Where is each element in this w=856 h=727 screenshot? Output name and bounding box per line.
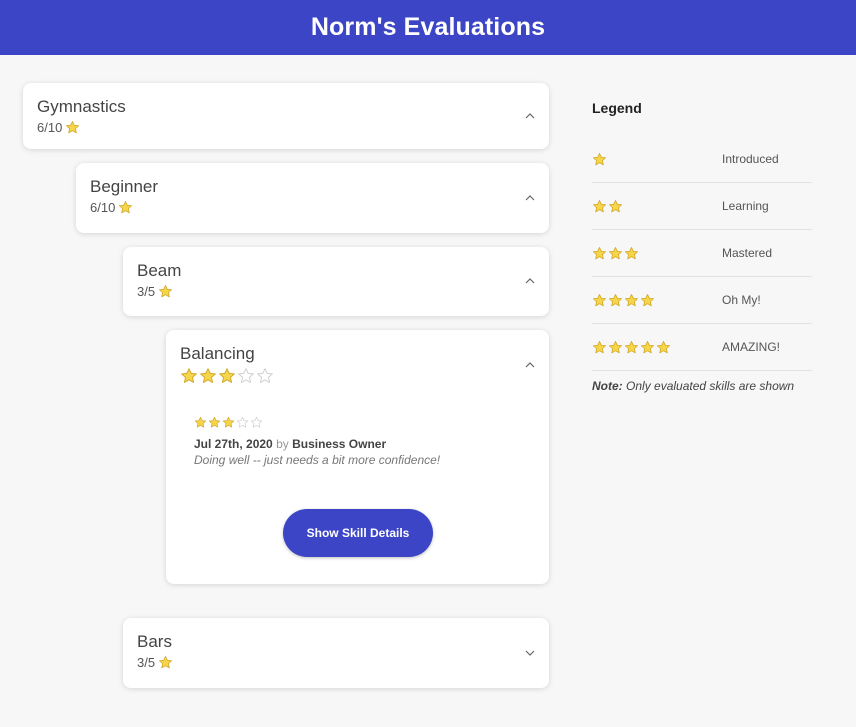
star-empty-icon — [237, 367, 255, 385]
legend-stars — [592, 293, 722, 308]
star-filled-icon — [199, 367, 217, 385]
skill-rating — [180, 367, 535, 385]
legend-label: Learning — [722, 199, 769, 213]
evaluation-by: by — [276, 437, 289, 451]
chevron-up-icon[interactable] — [524, 192, 536, 204]
evaluation-entry: Jul 27th, 2020 by Business Owner Doing w… — [194, 416, 440, 467]
star-icon — [65, 120, 80, 135]
legend-label: Introduced — [722, 152, 779, 166]
star-filled-icon — [65, 120, 80, 135]
legend-stars — [592, 199, 722, 214]
star-filled-icon — [218, 367, 236, 385]
show-skill-details-button[interactable]: Show Skill Details — [283, 509, 433, 557]
star-filled-icon — [592, 340, 607, 355]
evaluation-meta: Jul 27th, 2020 by Business Owner — [194, 437, 440, 451]
card-score: 3/5 — [137, 284, 535, 299]
star-filled-icon — [640, 293, 655, 308]
legend-stars — [592, 340, 722, 355]
chevron-up-icon[interactable] — [524, 275, 536, 287]
evaluation-rating-stars — [194, 416, 263, 429]
card-title: Gymnastics — [37, 97, 126, 116]
level-card-beginner[interactable]: Beginner 6/10 — [76, 163, 549, 233]
legend-row: Learning — [592, 183, 812, 230]
star-filled-icon — [158, 284, 173, 299]
star-filled-icon — [592, 246, 607, 261]
legend-label: Oh My! — [722, 293, 761, 307]
star-filled-icon — [608, 246, 623, 261]
legend-row: Mastered — [592, 230, 812, 277]
chevron-down-icon[interactable] — [524, 647, 536, 659]
card-title: Bars — [137, 632, 172, 651]
legend-row: AMAZING! — [592, 324, 812, 371]
star-filled-icon — [180, 367, 198, 385]
star-filled-icon — [640, 340, 655, 355]
star-empty-icon — [236, 416, 249, 429]
card-title: Beginner — [90, 177, 159, 196]
star-filled-icon — [158, 655, 173, 670]
star-filled-icon — [624, 246, 639, 261]
score-text: 6/10 — [90, 200, 116, 215]
score-text: 6/10 — [37, 120, 63, 135]
star-filled-icon — [592, 199, 607, 214]
app-header: Norm's Evaluations — [0, 0, 856, 55]
card-score: 3/5 — [137, 655, 535, 670]
star-icon — [118, 200, 133, 215]
card-score: 6/10 — [90, 200, 535, 215]
legend-stars — [592, 152, 722, 167]
star-filled-icon — [624, 293, 639, 308]
legend-note: Note: Only evaluated skills are shown — [592, 379, 812, 393]
apparatus-card-bars[interactable]: Bars 3/5 — [123, 618, 549, 688]
card-score: 6/10 — [37, 120, 535, 135]
legend-row: Introduced — [592, 136, 812, 183]
legend-row: Oh My! — [592, 277, 812, 324]
star-filled-icon — [592, 293, 607, 308]
star-icon — [158, 284, 173, 299]
star-filled-icon — [656, 340, 671, 355]
chevron-up-icon[interactable] — [524, 359, 536, 371]
star-icon — [158, 655, 173, 670]
rating-stars — [180, 367, 274, 385]
legend-label: AMAZING! — [722, 340, 781, 354]
star-filled-icon — [592, 152, 607, 167]
star-filled-icon — [208, 416, 221, 429]
program-card-gymnastics[interactable]: Gymnastics 6/10 — [23, 83, 549, 149]
legend-title: Legend — [592, 100, 642, 116]
star-empty-icon — [256, 367, 274, 385]
page-title: Norm's Evaluations — [310, 13, 546, 41]
legend-label: Mastered — [722, 246, 773, 260]
score-text: 3/5 — [137, 284, 156, 299]
note-label: Note: — [592, 379, 623, 393]
star-filled-icon — [608, 199, 623, 214]
evaluation-date: Jul 27th, 2020 — [194, 437, 273, 451]
star-filled-icon — [222, 416, 235, 429]
card-title: Balancing — [180, 344, 255, 363]
evaluation-comment: Doing well -- just needs a bit more conf… — [194, 453, 441, 467]
chevron-up-icon[interactable] — [524, 110, 536, 122]
evaluator-name: Business Owner — [292, 437, 387, 451]
star-filled-icon — [624, 340, 639, 355]
star-filled-icon — [118, 200, 133, 215]
legend-panel: Legend Introduced Learning Mastered Oh M… — [592, 100, 812, 393]
card-title: Beam — [137, 261, 182, 280]
star-filled-icon — [608, 340, 623, 355]
star-filled-icon — [194, 416, 207, 429]
star-empty-icon — [250, 416, 263, 429]
note-text: Only evaluated skills are shown — [626, 379, 795, 393]
legend-stars — [592, 246, 722, 261]
apparatus-card-beam[interactable]: Beam 3/5 — [123, 247, 549, 316]
star-filled-icon — [608, 293, 623, 308]
skill-card-balancing: Balancing Jul 27th, 2020 by Business Own… — [166, 330, 549, 584]
score-text: 3/5 — [137, 655, 156, 670]
